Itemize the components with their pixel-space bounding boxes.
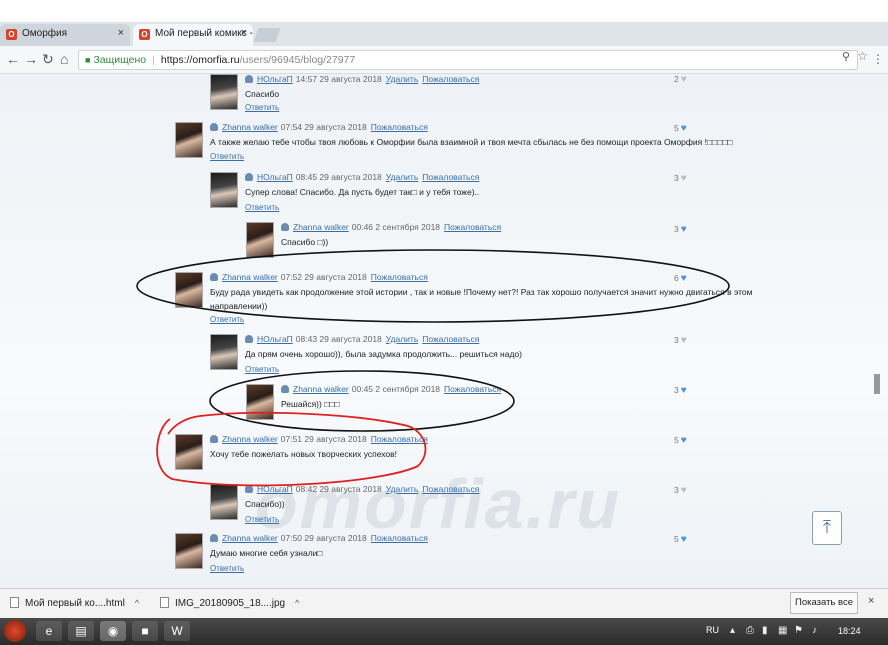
page-content: omorfia.ru НОльгаП 14:57 29 августа 2018 У…	[0, 74, 888, 588]
download-filename: Мой первый ко....html	[25, 598, 125, 609]
url-path: /users/96945/blog/27977	[239, 54, 356, 66]
app-icon[interactable]: ■	[132, 621, 158, 641]
home-icon[interactable]: ⌂	[60, 51, 68, 67]
scroll-to-top-button[interactable]: ⤒	[812, 511, 842, 545]
omorfia-favicon-icon: O	[139, 29, 150, 40]
black-ellipse-annotation-small	[209, 370, 515, 432]
url-host: https://omorfia.ru	[160, 54, 240, 66]
bookmark-star-icon[interactable]: ☆	[857, 49, 868, 63]
explorer-icon[interactable]: ▤	[68, 621, 94, 641]
scrollbar[interactable]	[872, 74, 882, 588]
download-bar: Мой первый ко....html ^ IMG_20180905_18..…	[0, 588, 888, 618]
screenshot: O Оморфия × O Мой первый комикс - в × ← …	[0, 0, 888, 645]
printer-icon[interactable]: ⎙	[746, 625, 754, 636]
battery-icon[interactable]: ▮	[762, 625, 768, 636]
reload-icon[interactable]: ↻	[42, 51, 54, 68]
back-arrow-icon[interactable]: ←	[6, 51, 20, 67]
tab-title: Оморфия	[22, 28, 68, 39]
black-ellipse-annotation	[136, 249, 730, 323]
tray-chevron-icon[interactable]: ▴	[730, 625, 735, 636]
os-taskbar: e ▤ ◉ ■ W RU ▴ ⎙ ▮ ▦ ⚑ ♪ 18:24	[0, 618, 888, 645]
browser-toolbar: ← → ↻ ⌂ ■ Защищено | https://omorfia.ru/use…	[0, 46, 888, 74]
volume-icon[interactable]: ♪	[812, 625, 817, 636]
zoom-icon[interactable]: ⚲	[842, 50, 850, 63]
forward-arrow-icon[interactable]: →	[24, 51, 38, 67]
secure-label: Защищено	[93, 54, 147, 66]
clock: 18:24	[838, 626, 861, 636]
tab-bar: O Оморфия × O Мой первый комикс - в ×	[0, 22, 888, 46]
word-icon[interactable]: W	[164, 621, 190, 641]
tab-title: Мой первый комикс - в	[155, 28, 253, 39]
show-all-downloads-button[interactable]: Показать все	[790, 592, 858, 614]
network-icon[interactable]: ▦	[778, 625, 787, 636]
menu-icon[interactable]: ⋮	[872, 52, 884, 66]
close-tab-icon[interactable]: ×	[118, 27, 124, 39]
chrome-icon[interactable]: ◉	[100, 621, 126, 641]
file-icon	[160, 597, 169, 608]
close-tab-icon[interactable]: ×	[241, 27, 247, 39]
close-icon[interactable]: ×	[868, 595, 874, 607]
tab-blog-comic[interactable]: O Мой первый комикс - в ×	[133, 24, 253, 46]
language-indicator[interactable]: RU	[706, 625, 719, 635]
scroll-thumb[interactable]	[874, 374, 880, 394]
file-icon	[10, 597, 19, 608]
address-bar[interactable]: ■ Защищено | https://omorfia.ru/users/96945…	[78, 50, 858, 70]
tab-omorfia[interactable]: O Оморфия ×	[0, 24, 130, 46]
new-tab-button[interactable]	[253, 28, 281, 42]
omorfia-favicon-icon: O	[6, 29, 17, 40]
red-circle-annotation	[156, 411, 427, 487]
chevron-up-icon[interactable]: ^	[295, 598, 299, 608]
flag-icon[interactable]: ⚑	[794, 625, 803, 636]
start-button[interactable]	[4, 620, 26, 642]
handdrawn-annotations	[136, 249, 730, 487]
ie-icon[interactable]: e	[36, 621, 62, 641]
download-item[interactable]: IMG_20180905_18....jpg ^	[160, 597, 299, 609]
chevron-up-icon[interactable]: ^	[135, 598, 139, 608]
download-item[interactable]: Мой первый ко....html ^	[10, 597, 139, 609]
lock-icon: ■	[85, 55, 91, 65]
download-filename: IMG_20180905_18....jpg	[175, 598, 286, 609]
